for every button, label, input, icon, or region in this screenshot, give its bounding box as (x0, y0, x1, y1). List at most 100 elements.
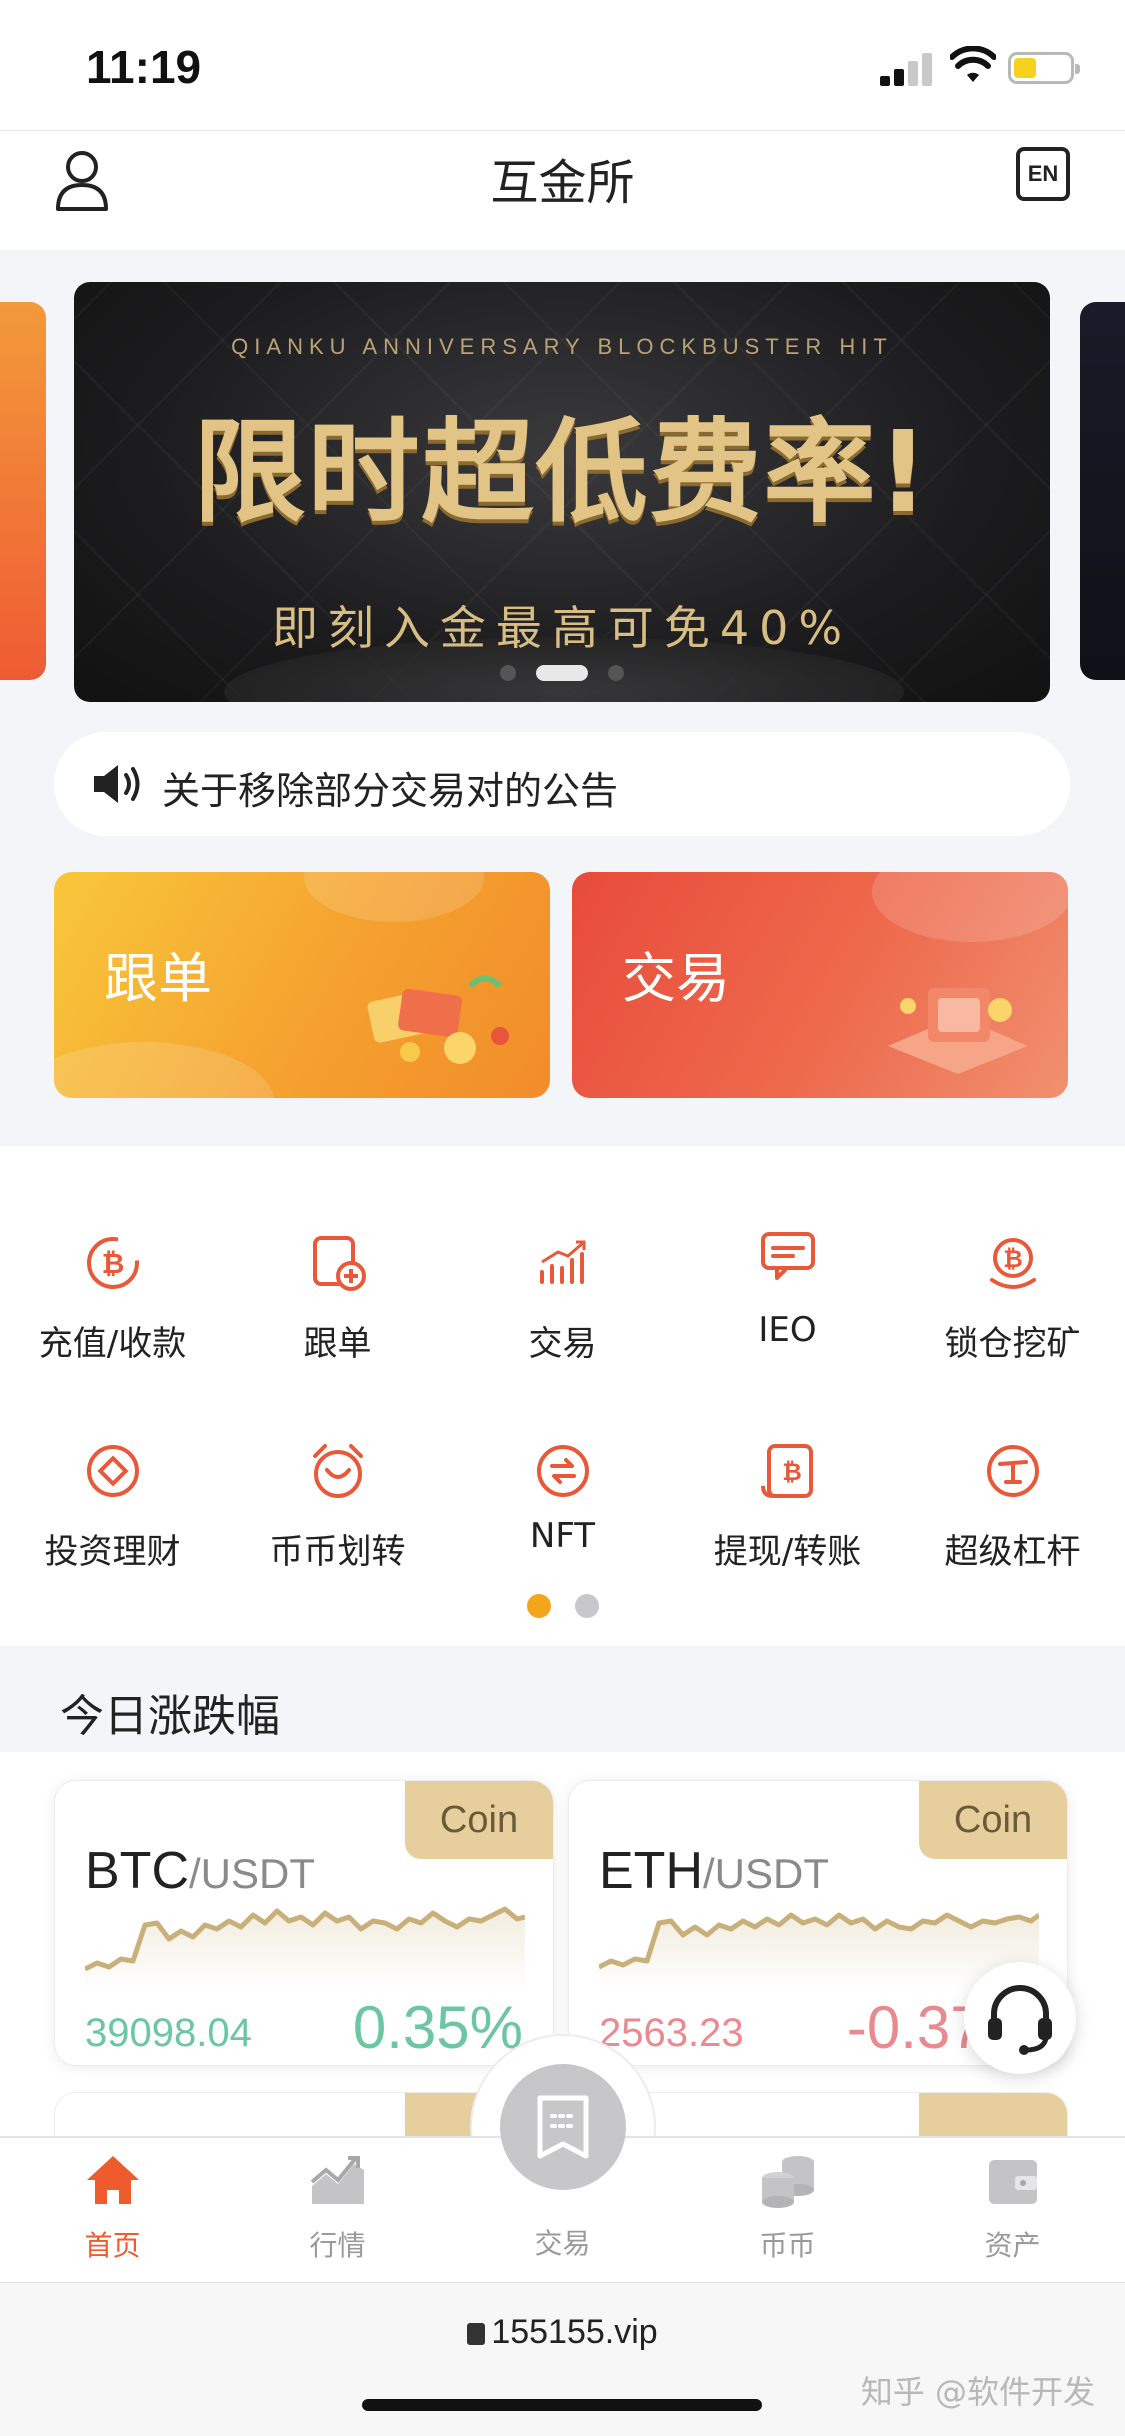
banner-title: 限时超低费率! (193, 408, 931, 538)
menu-item-transfer[interactable]: 币币划转 (225, 1440, 450, 1573)
menu-label: 超级杠杆 (944, 1532, 1081, 1572)
withdraw-icon: ₿ (760, 1444, 813, 1498)
menu-label: 交易 (528, 1324, 597, 1364)
btc-sparkline (85, 1906, 525, 1991)
menu-label: 提现/转账 (713, 1532, 862, 1572)
lock-icon (467, 2323, 486, 2345)
headset-icon (988, 1985, 1052, 2055)
language-toggle-button[interactable]: EN (1016, 147, 1070, 201)
trade-card[interactable]: 交易 (572, 872, 1068, 1098)
tab-label: 资产 (984, 2229, 1041, 2262)
menu-item-ieo[interactable]: IEO (675, 1224, 900, 1350)
menu-item-trade[interactable]: 交易 (450, 1232, 675, 1365)
ieo-chat-icon (760, 1232, 815, 1280)
trade-document-icon (537, 2095, 589, 2159)
home-icon (86, 2156, 139, 2204)
page-title: 互金所 (490, 155, 635, 211)
coin-card-btc[interactable]: Coin BTC/USDT 39098.04 0.35% (54, 1780, 554, 2066)
menu-label: 投资理财 (44, 1532, 181, 1572)
tab-market[interactable]: 行情 (225, 2150, 450, 2264)
banner-subtitle: QIANKU ANNIVERSARY BLOCKBUSTER HIT (231, 334, 893, 359)
market-icon (310, 2156, 364, 2204)
coin-quote: /USDT (703, 1850, 829, 1897)
svg-text:₿: ₿ (1003, 1245, 1023, 1273)
menu-item-copy-order[interactable]: 跟单 (225, 1232, 450, 1365)
menu-dot-active[interactable] (526, 1594, 551, 1618)
safe-illustration-icon (888, 988, 1028, 1074)
banner-tagline: 即刻入金最高可免40% (271, 601, 853, 655)
copy-trading-card-label: 跟单 (104, 947, 212, 1010)
menu-item-invest[interactable]: 投资理财 (0, 1440, 225, 1573)
browser-url-bar[interactable]: 155155.vip 知乎 @软件开发 (0, 2282, 1125, 2436)
banner-dot (608, 664, 624, 681)
wallet-icon (988, 2160, 1037, 2204)
tab-home[interactable]: 首页 (0, 2150, 225, 2264)
trade-chart-icon (539, 1240, 585, 1284)
menu-item-lock-mining[interactable]: ₿ 锁仓挖矿 (900, 1232, 1125, 1365)
coin-change: 0.35% (352, 1994, 523, 2061)
transfer-icon (312, 1444, 363, 1498)
menu-label: NFT (529, 1516, 596, 1556)
tab-label: 币币 (759, 2229, 816, 2262)
quick-menu-grid: ₿ 充值/收款 跟单 交易 IEO ₿ 锁仓挖矿 投资理财 币币划转 NFT ₿… (0, 1146, 1125, 1646)
menu-pagination (0, 1594, 1125, 1622)
tab-label: 行情 (309, 2229, 366, 2262)
coin-pair: BTC/USDT (85, 1841, 315, 1901)
menu-dot[interactable] (574, 1594, 599, 1618)
cellular-signal-icon (880, 52, 934, 86)
svg-text:₿: ₿ (782, 1458, 802, 1486)
menu-label: IEO (758, 1310, 817, 1350)
coin-badge: Coin (405, 1781, 553, 1859)
menu-label: 充值/收款 (38, 1324, 187, 1364)
banner-dot (500, 664, 516, 681)
center-trade-button[interactable] (500, 2064, 626, 2190)
status-bar: 11:19 (0, 0, 1125, 130)
announcement-bar[interactable]: 关于移除部分交易对的公告 (54, 732, 1070, 836)
copy-trading-card[interactable]: 跟单 (54, 872, 550, 1098)
wifi-icon (950, 46, 996, 82)
daily-change-heading: 今日涨跌幅 (60, 1691, 280, 1742)
menu-label: 币币划转 (269, 1532, 406, 1572)
banner-pagination (74, 662, 1050, 681)
coin-base: BTC (85, 1842, 189, 1900)
trade-card-label: 交易 (622, 947, 730, 1010)
home-indicator[interactable] (362, 2399, 762, 2411)
coin-price: 39098.04 (85, 2011, 252, 2055)
url-text: 155155.vip (491, 2313, 658, 2351)
lock-mining-icon: ₿ (989, 1238, 1036, 1289)
coin-quote: /USDT (189, 1850, 315, 1897)
nav-bar: 互金所 EN (0, 130, 1125, 250)
nft-icon (536, 1445, 589, 1497)
tab-label: 交易 (534, 2227, 591, 2260)
coin-price: 2563.23 (599, 2011, 744, 2055)
url-display: 155155.vip (0, 2313, 1125, 2352)
tab-coins[interactable]: 币币 (675, 2150, 900, 2264)
svg-text:₿: ₿ (101, 1247, 124, 1280)
menu-label: 锁仓挖矿 (944, 1324, 1081, 1364)
banner-dot-active (536, 664, 588, 681)
copy-order-icon (312, 1236, 366, 1291)
coin-badge: Coin (919, 1781, 1067, 1859)
speaker-icon (94, 765, 140, 803)
announcement-text: 关于移除部分交易对的公告 (162, 769, 619, 813)
menu-item-leverage[interactable]: 超级杠杆 (900, 1440, 1125, 1573)
menu-item-deposit[interactable]: ₿ 充值/收款 (0, 1232, 225, 1365)
menu-label: 跟单 (303, 1324, 372, 1364)
tab-trade[interactable]: 交易 (450, 2222, 675, 2262)
customer-support-button[interactable] (964, 1962, 1076, 2074)
coins-illustration-icon (367, 975, 509, 1064)
status-time: 11:19 (86, 41, 202, 93)
menu-item-nft[interactable]: NFT (450, 1440, 675, 1556)
banner-next-slide[interactable] (1080, 302, 1125, 680)
promo-banner[interactable]: QIANKU ANNIVERSARY BLOCKBUSTER HIT 限时超低费… (74, 282, 1050, 702)
menu-item-withdraw[interactable]: ₿ 提现/转账 (675, 1440, 900, 1573)
battery-icon (1008, 52, 1080, 84)
watermark: 知乎 @软件开发 (860, 2373, 1095, 2411)
leverage-icon (986, 1445, 1039, 1497)
tab-assets[interactable]: 资产 (900, 2150, 1125, 2264)
tab-label: 首页 (84, 2229, 141, 2262)
coin-base: ETH (599, 1842, 703, 1900)
coin-pair: ETH/USDT (599, 1841, 829, 1901)
deposit-icon: ₿ (86, 1237, 139, 1289)
banner-prev-slide[interactable] (0, 302, 46, 680)
